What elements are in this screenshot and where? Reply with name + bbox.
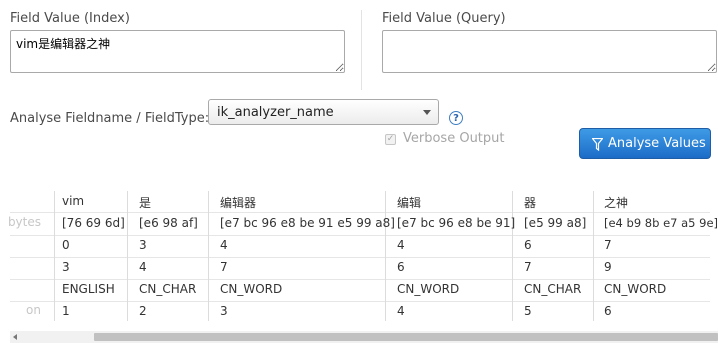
- column-divider: [385, 191, 386, 321]
- token-type: CN_CHAR: [524, 282, 582, 296]
- query-field-label: Field Value (Query): [382, 11, 506, 26]
- token-bytes: [e4 b9 8b e7 a5 9e]: [604, 216, 718, 230]
- row-divider: [10, 212, 710, 213]
- column-divider: [361, 10, 362, 90]
- row-divider: [10, 279, 710, 280]
- token-start: 7: [604, 238, 612, 252]
- token-bytes: [e7 bc 96 e8 be 91 e5 99 a8]: [220, 216, 395, 230]
- token-type: CN_WORD: [397, 282, 460, 296]
- arrow-left-icon[interactable]: [13, 334, 17, 340]
- query-value-textarea[interactable]: [382, 30, 717, 73]
- fieldtype-select[interactable]: ik_analyzer_name: [208, 99, 439, 125]
- token-bytes: [e5 99 a8]: [524, 216, 587, 230]
- help-icon[interactable]: ?: [449, 111, 463, 125]
- token-position: 2: [139, 304, 147, 318]
- horizontal-scrollbar[interactable]: [10, 331, 718, 343]
- fieldtype-selected-value: ik_analyzer_name: [217, 105, 334, 120]
- token-type: ENGLISH: [62, 282, 115, 296]
- column-divider: [54, 191, 55, 321]
- token-end: 7: [524, 260, 532, 274]
- token-position: 5: [524, 304, 532, 318]
- token-start: 6: [524, 238, 532, 252]
- token-end: 9: [604, 260, 612, 274]
- token-type: CN_WORD: [604, 282, 667, 296]
- token-type: CN_WORD: [220, 282, 283, 296]
- token-bytes: [e6 98 af]: [139, 216, 198, 230]
- token-bytes: [76 69 6d]: [62, 216, 125, 230]
- column-divider: [593, 191, 594, 321]
- column-divider: [208, 191, 209, 321]
- scrollbar-thumb[interactable]: [94, 333, 718, 341]
- verbose-checkbox[interactable]: ✓: [385, 134, 396, 145]
- column-divider: [512, 191, 513, 321]
- token-text: 器: [524, 196, 537, 210]
- row-label-bytes: bytes: [7, 215, 41, 229]
- fieldtype-label: Analyse Fieldname / FieldType:: [10, 111, 210, 126]
- row-label-position: on: [26, 303, 41, 317]
- token-end: 3: [62, 260, 70, 274]
- token-start: 3: [139, 238, 147, 252]
- index-field-label: Field Value (Index): [10, 11, 130, 26]
- row-divider: [10, 301, 710, 302]
- token-text: vim: [62, 194, 85, 208]
- token-position: 3: [220, 304, 228, 318]
- filter-icon: [592, 138, 603, 151]
- token-end: 4: [139, 260, 147, 274]
- token-start: 4: [397, 238, 405, 252]
- token-type: CN_CHAR: [139, 282, 197, 296]
- token-text: 编辑器: [220, 196, 257, 210]
- token-end: 6: [397, 260, 405, 274]
- token-position: 6: [604, 304, 612, 318]
- token-start: 4: [220, 238, 228, 252]
- token-position: 1: [62, 304, 70, 318]
- token-text: 之神: [604, 196, 629, 210]
- analyse-values-label: Analyse Values: [608, 136, 706, 151]
- column-divider: [127, 191, 128, 321]
- verbose-output-label: Verbose Output: [403, 131, 505, 146]
- index-value-textarea[interactable]: vim是编辑器之神: [10, 30, 345, 73]
- token-bytes: [e7 bc 96 e8 be 91]: [397, 216, 516, 230]
- chevron-down-icon: [423, 110, 431, 115]
- row-divider: [10, 235, 710, 236]
- token-end: 7: [220, 260, 228, 274]
- token-text: 编辑: [397, 196, 422, 210]
- token-start: 0: [62, 238, 70, 252]
- analyse-values-button[interactable]: Analyse Values: [579, 128, 711, 159]
- row-divider: [10, 257, 710, 258]
- token-text: 是: [139, 196, 152, 210]
- token-position: 4: [397, 304, 405, 318]
